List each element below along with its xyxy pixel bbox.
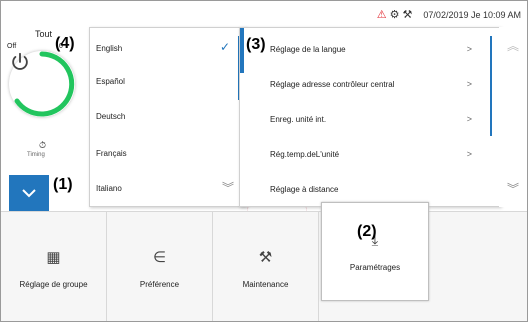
scroll-down-icon[interactable]: ︾ [222,179,234,196]
power-icon[interactable] [9,51,31,73]
language-item-espanol[interactable]: Español [96,71,236,91]
settings-item-remote[interactable]: Réglage à distance [270,178,482,200]
power-dial[interactable] [9,51,75,117]
preference-icon: ∈ [152,248,167,266]
settings-clock-icon[interactable]: ⚙ [390,9,400,21]
settings-item-label: Enreg. unité int. [270,114,327,124]
language-item-english[interactable]: English [96,38,236,58]
timer-label: Timing [27,152,45,158]
callout-1: (1) [53,176,73,193]
chevron-down-icon [22,189,36,198]
settings-item-label: Réglage adresse contrôleur central [270,79,395,89]
language-item-francais[interactable]: Français [96,143,236,163]
toolbar-label: Préférence [139,279,180,289]
maintenance-icon: ⚒ [258,248,273,266]
status-bar: ⚠ ⚙ ⚒ 07/02/2019 Je 10:09 AM [377,7,521,23]
toolbar-preference-button[interactable]: ∈ Préférence [107,212,213,321]
settings-item-central-controller[interactable]: Réglage adresse contrôleur central > [270,73,482,95]
settings-selection-bar [240,28,244,73]
callout-2: (2) [357,223,377,240]
callout-4: (4) [55,35,75,52]
left-control-area: Tout Off 0 ⏱ Timing [1,1,91,211]
chevron-right-icon: > [466,44,472,54]
callout-3: (3) [246,36,266,53]
chevron-right-icon: > [466,114,472,124]
language-menu: English ✓ Español Deutsch Français Itali… [89,27,247,207]
toolbar-maintenance-button[interactable]: ⚒ Maintenance [213,212,319,321]
settings-scrollbar[interactable] [490,36,492,136]
check-icon: ✓ [219,40,230,54]
group-icon: ▦ [46,248,61,266]
toolbar-settings-button[interactable]: ⤓ Paramétrages [321,202,429,301]
settings-menu: Réglage de la langue > Réglage adresse c… [239,27,501,207]
off-label: Off [7,43,17,50]
timer-icon[interactable]: ⏱ [39,140,46,151]
expand-menu-button[interactable] [9,175,49,211]
scroll-down-icon[interactable]: ︾ [507,180,519,197]
bottom-toolbar: ▦ Réglage de groupe ∈ Préférence ⚒ Maint… [1,202,527,321]
language-item-italiano[interactable]: Italiano [96,178,236,198]
toolbar-group-settings-button[interactable]: ▦ Réglage de groupe [1,212,107,321]
chevron-right-icon: > [466,79,472,89]
settings-item-label: Réglage de la langue [270,44,346,54]
zone-title: Tout [35,29,53,39]
scroll-up-icon[interactable]: ︽ [507,37,519,54]
settings-item-temp-unit[interactable]: Rég.temp.deL'unité > [270,143,482,165]
toolbar-label: Paramétrages [349,262,401,272]
toolbar-label: Réglage de groupe [19,279,88,289]
maintenance-icon[interactable]: ⚒ [403,9,413,21]
settings-item-indoor-units[interactable]: Enreg. unité int. > [270,108,482,130]
chevron-right-icon: > [466,149,472,159]
warning-icon[interactable]: ⚠ [377,9,387,21]
status-datetime: 07/02/2019 Je 10:09 AM [423,10,521,20]
right-scroll-strip: ︽ ︾ [499,27,527,207]
settings-item-label: Rég.temp.deL'unité [270,149,340,159]
settings-item-language[interactable]: Réglage de la langue > [270,38,482,60]
language-item-deutsch[interactable]: Deutsch [96,106,236,126]
toolbar-label: Maintenance [242,279,289,289]
screen-frame: ⚠ ⚙ ⚒ 07/02/2019 Je 10:09 AM Tout Off 0 … [0,0,528,322]
settings-item-label: Réglage à distance [270,184,339,194]
